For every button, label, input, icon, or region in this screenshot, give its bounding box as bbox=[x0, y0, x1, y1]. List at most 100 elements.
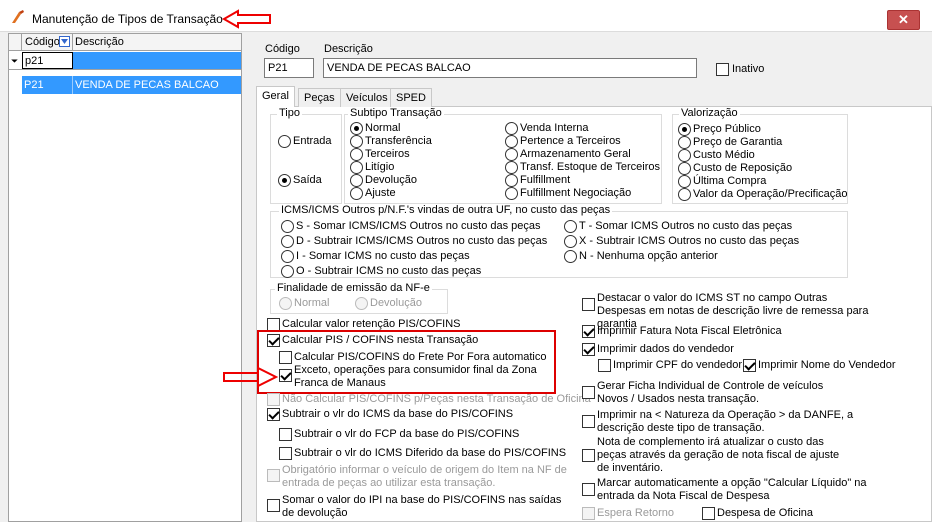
complemento-checkbox[interactable] bbox=[582, 449, 595, 462]
icms-left-label-1: D - Subtrair ICMS/ICMS Outros no custo d… bbox=[296, 235, 548, 247]
subtipo-col1-radio-3[interactable] bbox=[350, 161, 363, 174]
icms-left-radio-2[interactable] bbox=[281, 250, 294, 263]
valorizacao-items-radio-2[interactable] bbox=[678, 149, 691, 162]
marcar-checkbox[interactable] bbox=[582, 483, 595, 496]
vendedor-checkbox[interactable] bbox=[582, 343, 595, 356]
complemento-label: Nota de complemento irá atualizar o cust… bbox=[597, 436, 840, 474]
despesa-checkbox[interactable] bbox=[702, 507, 715, 520]
somar-ipi-checkbox[interactable] bbox=[267, 499, 280, 512]
valorizacao-items-label-0: Preço Público bbox=[693, 123, 761, 135]
icms-right-radio-0[interactable] bbox=[564, 220, 577, 233]
icms-left-radio-1[interactable] bbox=[281, 235, 294, 248]
subtipo-col1-radio-2[interactable] bbox=[350, 148, 363, 161]
obrigatorio-label: Obrigatório informar o veículo de origem… bbox=[282, 464, 567, 489]
frete-checkbox[interactable] bbox=[279, 351, 292, 364]
filter-icon[interactable] bbox=[59, 36, 70, 47]
valorizacao-items-label-3: Custo de Reposição bbox=[693, 162, 793, 174]
finalidade-normal-radio[interactable] bbox=[279, 297, 292, 310]
col-codigo[interactable]: Código bbox=[22, 34, 73, 51]
subtipo-col1-radio-5[interactable] bbox=[350, 187, 363, 200]
icms-left-label-2: I - Somar ICMS no custo das peças bbox=[296, 250, 470, 262]
app-icon bbox=[12, 10, 24, 23]
icms-left-label-0: S - Somar ICMS/ICMS Outros no custo das … bbox=[296, 220, 541, 232]
icms-left-radio-0[interactable] bbox=[281, 220, 294, 233]
espera-checkbox[interactable] bbox=[582, 507, 595, 520]
valorizacao-items-radio-0[interactable] bbox=[678, 123, 691, 136]
filter-descricao-input[interactable] bbox=[73, 52, 241, 69]
arrow-annotation-icon bbox=[222, 9, 271, 29]
icms-right-radio-2[interactable] bbox=[564, 250, 577, 263]
valorizacao-items-radio-5[interactable] bbox=[678, 188, 691, 201]
tipo-title: Tipo bbox=[277, 107, 302, 119]
subtipo-col2-radio-1[interactable] bbox=[505, 135, 518, 148]
icms-right-radio-1[interactable] bbox=[564, 235, 577, 248]
funnel-icon: ⏷ bbox=[11, 56, 19, 66]
subtrair-fcp-checkbox[interactable] bbox=[279, 428, 292, 441]
valorizacao-items-radio-3[interactable] bbox=[678, 162, 691, 175]
subtipo-col2-radio-5[interactable] bbox=[505, 187, 518, 200]
grid-header: Código Descrição bbox=[9, 34, 241, 51]
natureza-checkbox[interactable] bbox=[582, 415, 595, 428]
somar-ipi-label: Somar o valor do IPI na base do PIS/COFI… bbox=[282, 494, 562, 519]
subtipo-col2-label-3: Transf. Estoque de Terceiros bbox=[520, 161, 661, 173]
subtipo-col2-label-4: Fulfillment bbox=[520, 174, 571, 186]
valorizacao-items-label-4: Última Compra bbox=[693, 175, 767, 187]
subtipo-col2-radio-2[interactable] bbox=[505, 148, 518, 161]
nome-checkbox[interactable] bbox=[743, 359, 756, 372]
tab-pecas[interactable]: Peças bbox=[298, 88, 341, 107]
icms-right-label-2: N - Nenhuma opção anterior bbox=[579, 250, 718, 262]
finalidade-devolucao-label: Devolução bbox=[370, 297, 422, 309]
subtipo-col2-radio-0[interactable] bbox=[505, 122, 518, 135]
calc-pis-checkbox[interactable] bbox=[267, 334, 280, 347]
codigo-input[interactable]: P21 bbox=[264, 58, 314, 78]
icms-left-radio-3[interactable] bbox=[281, 265, 294, 278]
fatura-checkbox[interactable] bbox=[582, 325, 595, 338]
row-descricao: VENDA DE PECAS BALCAO bbox=[73, 76, 241, 94]
subtipo-col1-radio-0[interactable] bbox=[350, 122, 363, 135]
tipo-entrada-radio[interactable] bbox=[278, 135, 291, 148]
valorizacao-items-label-2: Custo Médio bbox=[693, 149, 755, 161]
subtipo-col1-label-4: Devolução bbox=[365, 174, 417, 186]
subtipo-col1-label-2: Terceiros bbox=[365, 148, 410, 160]
subtipo-col2-radio-4[interactable] bbox=[505, 174, 518, 187]
destacar-checkbox[interactable] bbox=[582, 298, 595, 311]
obrigatorio-checkbox[interactable] bbox=[267, 469, 280, 482]
subtipo-col2-radio-3[interactable] bbox=[505, 161, 518, 174]
icms-right-label-0: T - Somar ICMS Outros no custo das peças bbox=[579, 220, 793, 232]
subtipo-col1-radio-4[interactable] bbox=[350, 174, 363, 187]
subtipo-col1-radio-1[interactable] bbox=[350, 135, 363, 148]
table-row[interactable]: P21 VENDA DE PECAS BALCAO bbox=[9, 76, 241, 94]
ficha-checkbox[interactable] bbox=[582, 386, 595, 399]
codigo-label: Código bbox=[265, 43, 300, 55]
exceto-checkbox[interactable] bbox=[279, 369, 292, 382]
nao-calc-checkbox[interactable] bbox=[267, 393, 280, 406]
subtrair-icms-checkbox[interactable] bbox=[267, 408, 280, 421]
despesa-label: Despesa de Oficina bbox=[717, 507, 813, 519]
exceto-label: Exceto, operações para consumidor final … bbox=[294, 364, 537, 389]
frete-label: Calcular PIS/COFINS do Frete Por Fora au… bbox=[294, 351, 547, 363]
descricao-input[interactable]: VENDA DE PECAS BALCAO bbox=[323, 58, 697, 78]
ficha-label: Gerar Ficha Individual de Controle de ve… bbox=[597, 380, 824, 405]
row-codigo: P21 bbox=[22, 76, 73, 94]
transaction-grid: Código Descrição ⏷ p21 P21 VENDA DE PECA… bbox=[8, 33, 242, 522]
tab-sped[interactable]: SPED bbox=[390, 88, 432, 107]
window-title: Manutenção de Tipos de Transação bbox=[32, 12, 223, 26]
close-button[interactable]: ✕ bbox=[887, 10, 920, 30]
subtrair-difer-label: Subtrair o vlr do ICMS Diferido da base … bbox=[294, 447, 567, 459]
inativo-checkbox[interactable] bbox=[716, 63, 729, 76]
finalidade-devolucao-radio[interactable] bbox=[355, 297, 368, 310]
nome-label: Imprimir Nome do Vendedor bbox=[758, 359, 896, 371]
valorizacao-items-radio-4[interactable] bbox=[678, 175, 691, 188]
subtrair-icms-label: Subtrair o vlr do ICMS da base do PIS/CO… bbox=[282, 408, 514, 420]
nao-calc-label: Não Calcular PIS/COFINS p/Peças nesta Tr… bbox=[282, 393, 591, 405]
subtrair-difer-checkbox[interactable] bbox=[279, 447, 292, 460]
col-descricao[interactable]: Descrição bbox=[73, 34, 241, 51]
cpf-checkbox[interactable] bbox=[598, 359, 611, 372]
subtipo-col2-label-0: Venda Interna bbox=[520, 122, 589, 134]
filter-row: ⏷ p21 bbox=[9, 52, 241, 70]
valorizacao-items-radio-1[interactable] bbox=[678, 136, 691, 149]
tipo-saida-radio[interactable] bbox=[278, 174, 291, 187]
tab-veiculos[interactable]: Veículos bbox=[340, 88, 394, 107]
filter-codigo-input[interactable]: p21 bbox=[22, 52, 73, 69]
tab-geral[interactable]: Geral bbox=[256, 86, 295, 107]
